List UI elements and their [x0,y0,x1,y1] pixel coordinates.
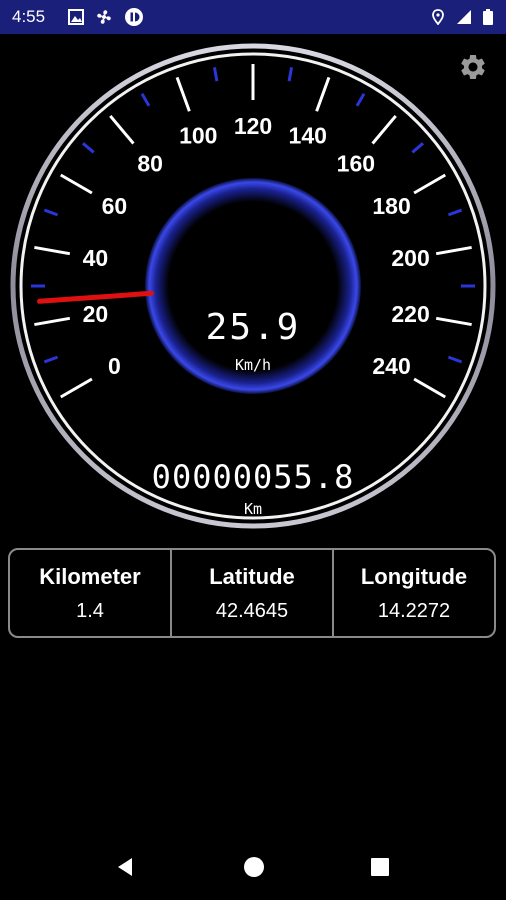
fan-icon [97,10,111,24]
battery-icon [483,9,493,25]
tick-label: 140 [289,123,327,149]
odometer-readout: 00000055.8 [151,458,355,496]
pause-circle-icon [125,8,143,26]
tick-label: 200 [391,245,429,271]
longitude-value: 14.2272 [377,599,451,622]
longitude-column: Longitude 14.2272 [332,550,494,636]
kilometer-label: Kilometer [39,563,141,589]
latitude-column: Latitude 42.4645 [170,550,332,636]
tick-label: 180 [372,193,410,219]
longitude-label: Longitude [360,563,468,589]
speedometer-gauge: 0 20 40 60 80 100 120 140 160 180 200 220 240 25.9 K… [0,40,506,540]
nav-bar [0,836,506,900]
home-icon[interactable] [243,856,265,878]
tick-label: 100 [179,123,217,149]
back-icon[interactable] [114,856,136,878]
recents-icon[interactable] [370,856,390,878]
tick-label: 80 [137,150,163,176]
tick-label: 160 [337,150,375,176]
status-bar: 4:55 [0,0,506,34]
tick-label: 120 [234,113,272,139]
odometer-unit: Km [243,500,263,518]
picture-icon [68,9,84,25]
info-panel: Kilometer 1.4 Latitude 42.4645 Longitude… [8,548,496,638]
signal-icon [457,10,471,24]
kilometer-column: Kilometer 1.4 [10,550,170,636]
tick-label: 40 [83,245,109,271]
tick-label: 60 [102,193,128,219]
speed-readout: 25.9 [205,307,301,348]
kilometer-value: 1.4 [76,599,104,622]
status-time: 4:55 [12,7,46,26]
speed-unit: Km/h [234,356,272,374]
latitude-label: Latitude [209,563,295,589]
location-icon [432,9,444,25]
latitude-value: 42.4645 [215,599,289,622]
